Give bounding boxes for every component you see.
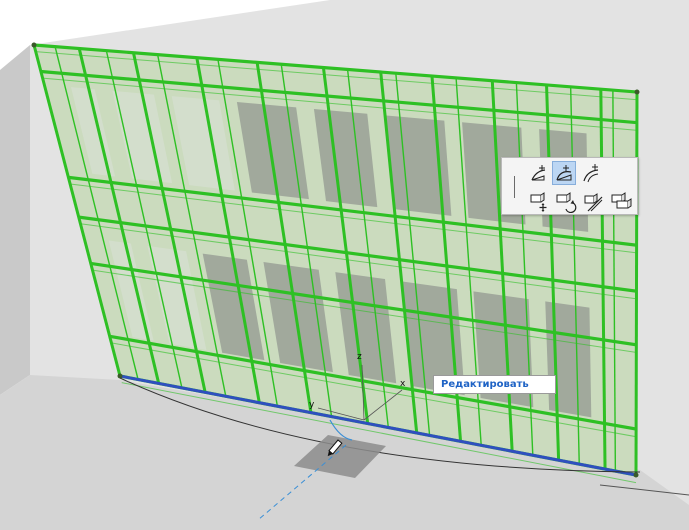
- pet-palette: [501, 157, 638, 215]
- pet-btn-arc-tangent[interactable]: [527, 161, 551, 185]
- axis-label-x: x: [400, 379, 406, 389]
- edit-tracker-text: Редактировать: [441, 379, 529, 390]
- pet-btn-stretch-segment[interactable]: [608, 188, 632, 212]
- axis-label-y: y: [309, 400, 315, 410]
- stretch-segment-icon: [611, 192, 632, 209]
- move-node-icon: [530, 192, 547, 212]
- corner-node: [633, 472, 639, 478]
- corner-node: [634, 89, 640, 95]
- curtain-wall-scene[interactable]: [0, 0, 689, 530]
- edit-tracker-label: Редактировать: [433, 375, 556, 394]
- pet-btn-rotate-node[interactable]: [553, 188, 577, 213]
- pet-btn-move-node[interactable]: [527, 188, 551, 212]
- arc-curve-edit-icon: [556, 165, 572, 181]
- 3d-viewport[interactable]: z x y Редактировать: [0, 0, 689, 530]
- mullion: [634, 91, 639, 476]
- offset-segment-icon: [584, 193, 603, 212]
- corner-node: [117, 373, 123, 379]
- wall-side-left: [0, 45, 30, 395]
- pet-btn-arc-offset[interactable]: [578, 161, 602, 185]
- pet-palette-separator: [514, 176, 515, 198]
- rotate-node-icon: [556, 192, 577, 213]
- arc-offset-edit-icon: [583, 164, 599, 183]
- arc-tangent-edit-icon: [531, 165, 546, 181]
- axis-label-z: z: [357, 352, 362, 362]
- pet-btn-offset-segment[interactable]: [581, 188, 605, 212]
- corner-node: [31, 42, 37, 48]
- pet-btn-arc-curve[interactable]: [552, 161, 576, 185]
